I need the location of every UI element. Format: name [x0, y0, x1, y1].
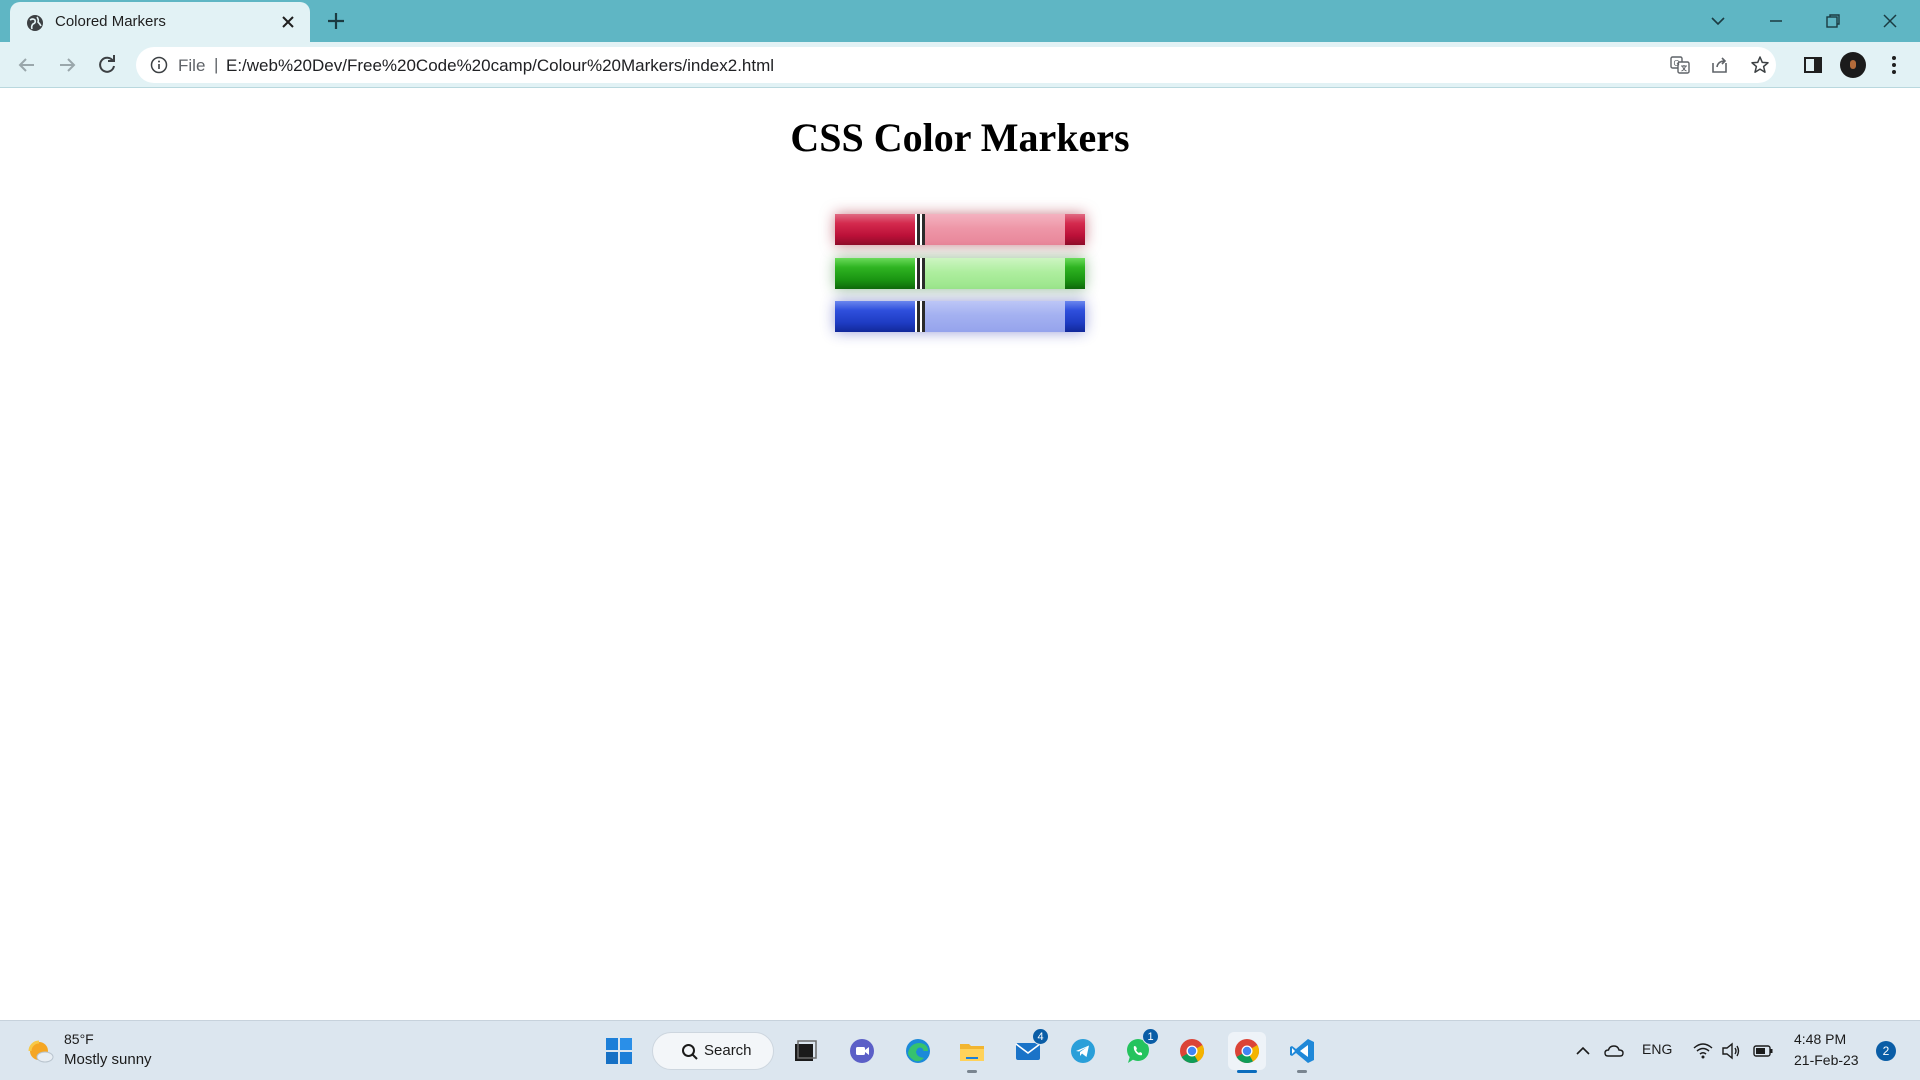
side-panel-icon[interactable]	[1801, 53, 1825, 77]
share-icon[interactable]	[1710, 55, 1730, 75]
url-scheme-label: File	[178, 56, 206, 75]
profile-avatar[interactable]	[1840, 52, 1866, 78]
search-label: Search	[704, 1042, 752, 1059]
marker-body	[925, 258, 1065, 289]
edge-icon	[906, 1039, 930, 1063]
blue-marker	[835, 301, 1085, 332]
back-arrow-icon[interactable]	[15, 53, 39, 77]
task-view-button[interactable]	[786, 1032, 824, 1070]
mail-badge: 4	[1032, 1028, 1049, 1045]
file-explorer-icon	[960, 1044, 984, 1061]
close-window-icon[interactable]	[1879, 10, 1901, 32]
marker-end	[1065, 258, 1085, 289]
volume-icon[interactable]	[1720, 1040, 1742, 1062]
red-marker	[835, 214, 1085, 245]
chrome-icon	[1180, 1039, 1205, 1064]
weather-sunny-icon[interactable]	[26, 1036, 56, 1066]
wifi-icon[interactable]	[1692, 1040, 1714, 1062]
green-marker	[835, 258, 1085, 289]
new-tab-icon[interactable]	[326, 11, 346, 31]
notification-badge[interactable]: 2	[1876, 1041, 1896, 1061]
marker-cap	[835, 258, 915, 289]
browser-toolbar: File | E:/web%20Dev/Free%20Code%20camp/C…	[0, 42, 1920, 88]
marker-end	[1065, 214, 1085, 245]
battery-icon[interactable]	[1752, 1040, 1774, 1062]
menu-dots-icon[interactable]	[1882, 53, 1906, 77]
clock-time[interactable]: 4:48 PM	[1794, 1031, 1846, 1047]
chrome-button[interactable]	[1173, 1032, 1211, 1070]
minimize-icon[interactable]	[1765, 10, 1787, 32]
chrome-active-button[interactable]	[1228, 1032, 1266, 1073]
start-button[interactable]	[600, 1032, 638, 1070]
browser-titlebar: Colored Markers	[0, 0, 1920, 42]
vscode-icon	[1290, 1039, 1314, 1063]
marker-end	[1065, 301, 1085, 332]
telegram-icon	[1071, 1039, 1095, 1063]
weather-temperature[interactable]: 85°F	[64, 1031, 94, 1047]
marker-band	[915, 214, 925, 245]
meet-icon	[850, 1039, 874, 1063]
marker-body	[925, 214, 1065, 245]
taskbar: 85°F Mostly sunny Search 4 1 ENG 4:48 PM…	[0, 1020, 1920, 1080]
marker-cap	[835, 301, 915, 332]
telegram-button[interactable]	[1064, 1032, 1102, 1070]
vscode-button[interactable]	[1283, 1032, 1321, 1073]
weather-description[interactable]: Mostly sunny	[64, 1051, 152, 1068]
svg-text:G: G	[1674, 59, 1680, 68]
clock-date[interactable]: 21-Feb-23	[1794, 1052, 1859, 1068]
page-title: CSS Color Markers	[790, 115, 1130, 160]
translate-icon[interactable]: G	[1670, 55, 1690, 75]
chevron-up-icon[interactable]	[1572, 1040, 1594, 1062]
globe-icon	[27, 15, 43, 31]
marker-cap	[835, 214, 915, 245]
onedrive-cloud-icon[interactable]	[1603, 1040, 1625, 1062]
star-icon[interactable]	[1750, 55, 1770, 75]
running-indicator	[1297, 1070, 1307, 1073]
chevron-down-icon[interactable]	[1707, 10, 1729, 32]
url-text[interactable]: E:/web%20Dev/Free%20Code%20camp/Colour%2…	[226, 56, 774, 76]
language-indicator[interactable]: ENG	[1642, 1041, 1672, 1057]
file-explorer-button[interactable]	[953, 1032, 991, 1073]
marker-band	[915, 258, 925, 289]
whatsapp-button[interactable]: 1	[1119, 1028, 1159, 1070]
edge-button[interactable]	[899, 1032, 937, 1070]
browser-tab[interactable]: Colored Markers	[10, 2, 310, 42]
running-indicator	[967, 1070, 977, 1073]
info-icon[interactable]	[150, 56, 168, 74]
task-view-icon	[795, 1040, 817, 1061]
marker-band	[915, 301, 925, 332]
url-separator: |	[214, 55, 219, 74]
windows-start-icon	[606, 1038, 632, 1064]
taskbar-search[interactable]: Search	[652, 1032, 774, 1070]
close-icon[interactable]	[278, 12, 298, 32]
marker-body	[925, 301, 1065, 332]
meet-button[interactable]	[843, 1032, 881, 1070]
chrome-icon	[1235, 1039, 1260, 1064]
whatsapp-badge: 1	[1142, 1028, 1159, 1045]
active-indicator	[1237, 1070, 1257, 1073]
address-bar[interactable]: File | E:/web%20Dev/Free%20Code%20camp/C…	[136, 47, 1776, 83]
restore-icon[interactable]	[1822, 10, 1844, 32]
forward-arrow-icon[interactable]	[55, 53, 79, 77]
tab-title: Colored Markers	[55, 13, 166, 30]
reload-icon[interactable]	[95, 53, 119, 77]
search-icon	[682, 1044, 698, 1060]
mail-button[interactable]: 4	[1009, 1028, 1049, 1070]
